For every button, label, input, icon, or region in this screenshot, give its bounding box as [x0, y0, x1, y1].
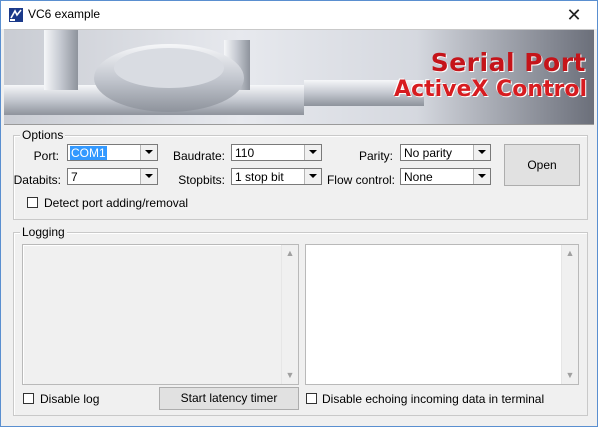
flow-control-value: None — [404, 170, 433, 184]
open-button[interactable]: Open — [504, 144, 580, 186]
baudrate-label: Baudrate: — [172, 149, 225, 163]
detect-port-label: Detect port adding/removal — [44, 196, 189, 210]
baudrate-combo[interactable]: 110 — [231, 144, 322, 161]
disable-log-label: Disable log — [40, 392, 100, 406]
parity-label: Parity: — [358, 149, 393, 163]
stopbits-value: 1 stop bit — [235, 170, 284, 184]
disable-log-checkbox[interactable] — [23, 393, 34, 404]
logging-legend: Logging — [20, 225, 67, 239]
close-button[interactable]: ✕ — [551, 1, 597, 29]
chevron-down-icon — [309, 174, 317, 178]
parity-combo[interactable]: No parity — [400, 144, 491, 161]
disable-echo-label: Disable echoing incoming data in termina… — [322, 392, 545, 406]
port-dropdown-button[interactable] — [140, 145, 157, 160]
scroll-down-icon[interactable]: ▼ — [562, 367, 578, 384]
app-icon — [9, 8, 23, 22]
chevron-down-icon — [478, 150, 486, 154]
log-listbox[interactable]: ▲ ▼ — [22, 244, 299, 385]
port-value: COM1 — [70, 146, 107, 160]
banner-subtitle: ActiveX Control — [394, 77, 587, 102]
start-latency-timer-button[interactable]: Start latency timer — [159, 387, 299, 410]
port-label: Port: — [33, 149, 59, 163]
scroll-up-icon[interactable]: ▲ — [282, 245, 298, 262]
flow-control-dropdown-button[interactable] — [473, 169, 490, 184]
databits-combo[interactable]: 7 — [67, 168, 158, 185]
stopbits-label: Stopbits: — [178, 173, 225, 187]
baudrate-dropdown-button[interactable] — [304, 145, 321, 160]
banner-image: Serial Port ActiveX Control — [4, 29, 594, 125]
chevron-down-icon — [478, 174, 486, 178]
databits-value: 7 — [71, 170, 78, 184]
flow-control-combo[interactable]: None — [400, 168, 491, 185]
window-title: VC6 example — [28, 7, 101, 21]
parity-dropdown-button[interactable] — [473, 145, 490, 160]
stopbits-combo[interactable]: 1 stop bit — [231, 168, 322, 185]
log-scrollbar[interactable]: ▲ ▼ — [281, 245, 298, 384]
disable-echo-checkbox[interactable] — [306, 393, 317, 404]
flow-control-label: Flow control: — [326, 173, 395, 187]
databits-label: Databits: — [13, 173, 61, 187]
baudrate-value: 110 — [235, 146, 255, 160]
terminal-textbox[interactable]: ▲ ▼ — [305, 244, 579, 385]
databits-dropdown-button[interactable] — [140, 169, 157, 184]
scroll-down-icon[interactable]: ▼ — [282, 367, 298, 384]
banner-title: Serial Port — [430, 48, 586, 77]
chevron-down-icon — [309, 150, 317, 154]
chevron-down-icon — [145, 174, 153, 178]
chevron-down-icon — [145, 150, 153, 154]
main-window: VC6 example ✕ Serial Port ActiveX Contro… — [0, 0, 598, 427]
scroll-up-icon[interactable]: ▲ — [562, 245, 578, 262]
port-combo[interactable]: COM1 — [67, 144, 158, 161]
options-legend: Options — [20, 128, 66, 142]
terminal-scrollbar[interactable]: ▲ ▼ — [561, 245, 578, 384]
title-bar[interactable]: VC6 example ✕ — [1, 1, 597, 29]
stopbits-dropdown-button[interactable] — [304, 169, 321, 184]
detect-port-checkbox[interactable] — [27, 197, 38, 208]
parity-value: No parity — [404, 146, 453, 160]
